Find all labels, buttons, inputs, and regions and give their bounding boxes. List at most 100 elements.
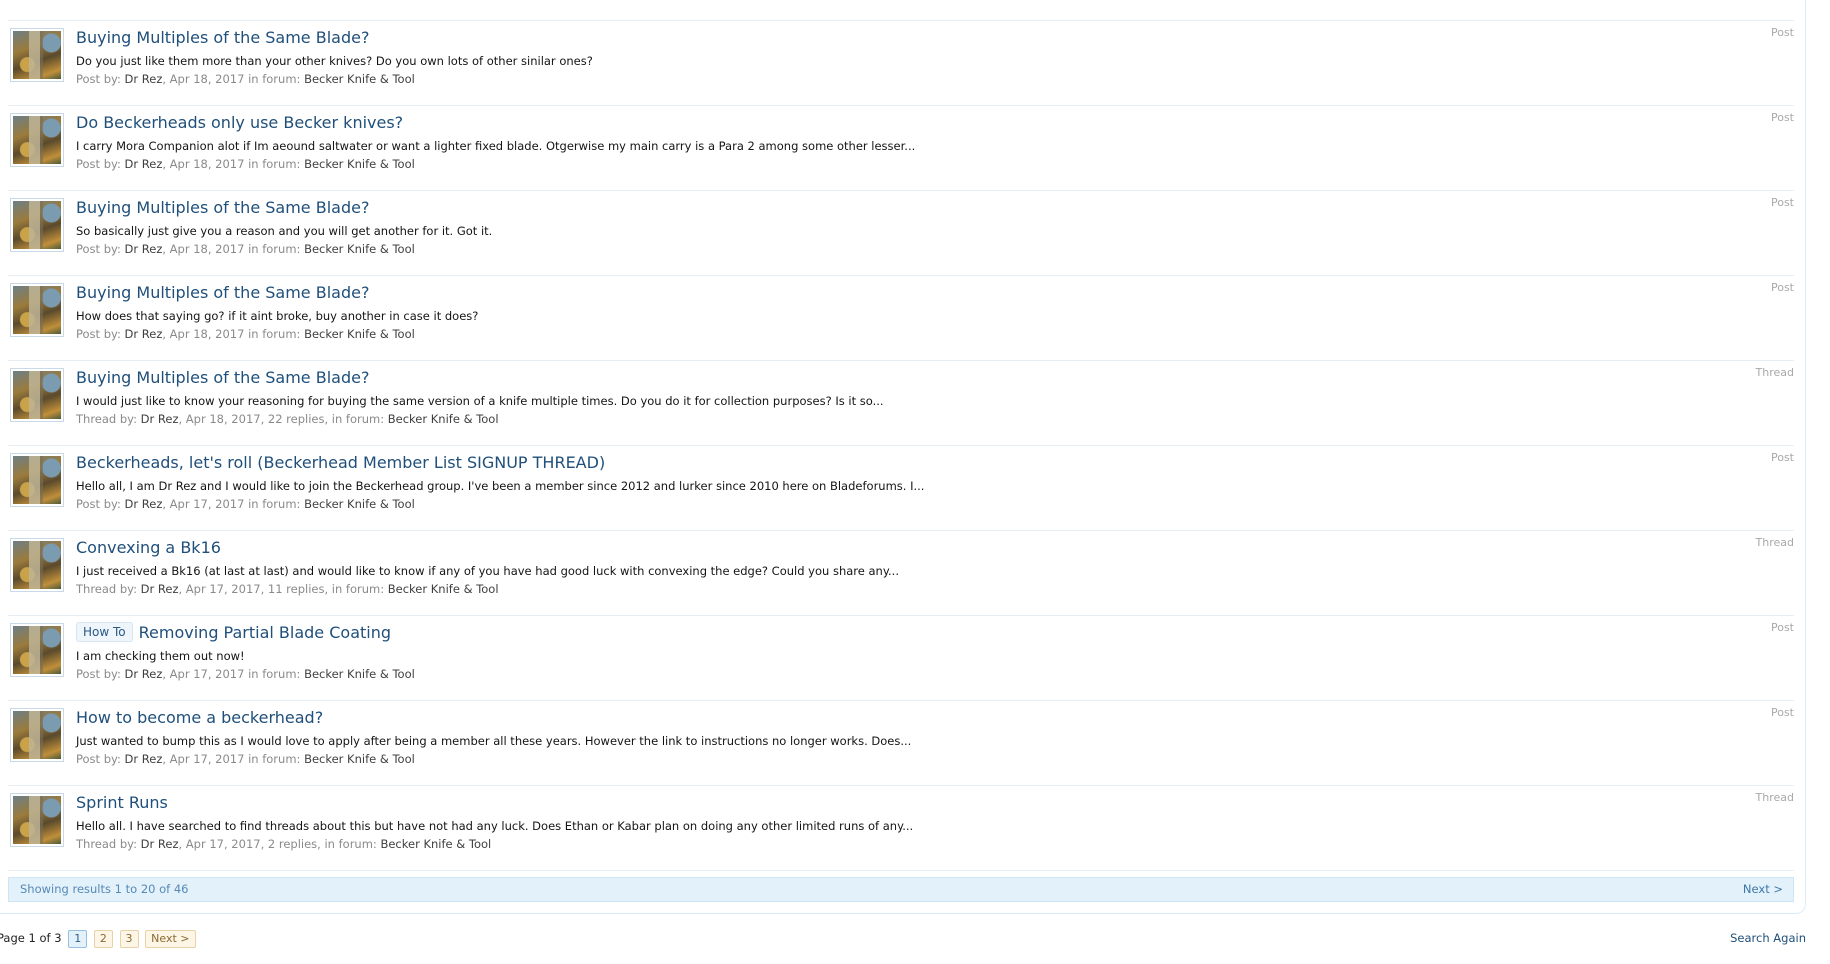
meta-date: , Apr 17, 2017 in forum: (162, 667, 305, 681)
result-item: Buying Multiples of the Same Blade? How … (8, 276, 1794, 361)
avatar-image (13, 31, 61, 79)
avatar[interactable] (10, 198, 64, 252)
meta-label: Post by: (76, 157, 121, 171)
avatar-image (13, 116, 61, 164)
result-snippet: I just received a Bk16 (at last at last)… (76, 564, 899, 578)
avatar-image (13, 541, 61, 589)
result-type-label: Post (1770, 111, 1794, 124)
result-snippet: So basically just give you a reason and … (76, 224, 493, 238)
result-type-label: Post (1770, 706, 1794, 719)
author-link[interactable]: Dr Rez (125, 242, 163, 256)
result-meta: Thread by: Dr Rez, Apr 18, 2017, 22 repl… (76, 411, 499, 427)
forum-link[interactable]: Becker Knife & Tool (304, 752, 415, 766)
result-type-label: Thread (1755, 791, 1794, 804)
author-link[interactable]: Dr Rez (141, 412, 179, 426)
forum-link[interactable]: Becker Knife & Tool (380, 837, 491, 851)
result-title-link[interactable]: Do Beckerheads only use Becker knives? (76, 113, 403, 132)
result-snippet: Hello all. I have searched to find threa… (76, 819, 914, 833)
author-link[interactable]: Dr Rez (125, 752, 163, 766)
result-snippet: Hello all, I am Dr Rez and I would like … (76, 479, 925, 493)
result-title-link[interactable]: Sprint Runs (76, 793, 168, 812)
meta-date: , Apr 18, 2017 in forum: (162, 242, 305, 256)
result-title-line: Convexing a Bk16 (76, 536, 221, 560)
results-footer-bar: Showing results 1 to 20 of 46 Next > (8, 877, 1794, 902)
avatar-image (13, 711, 61, 759)
result-title-link[interactable]: Buying Multiples of the Same Blade? (76, 198, 369, 217)
avatar-image (13, 201, 61, 249)
result-item: Do Beckerheads only use Becker knives? I… (8, 106, 1794, 191)
result-title-link[interactable]: Removing Partial Blade Coating (139, 623, 391, 642)
page-link-2[interactable]: 2 (93, 930, 113, 948)
page-next-link[interactable]: Next > (145, 930, 196, 948)
forum-link[interactable]: Becker Knife & Tool (304, 242, 415, 256)
avatar[interactable] (10, 113, 64, 167)
result-title-link[interactable]: Beckerheads, let's roll (Beckerhead Memb… (76, 453, 605, 472)
meta-label: Post by: (76, 72, 121, 86)
forum-link[interactable]: Becker Knife & Tool (304, 497, 415, 511)
forum-link[interactable]: Becker Knife & Tool (304, 327, 415, 341)
result-snippet: I am checking them out now! (76, 649, 245, 663)
result-title-link[interactable]: Convexing a Bk16 (76, 538, 221, 557)
result-meta: Post by: Dr Rez, Apr 18, 2017 in forum: … (76, 71, 415, 87)
result-title-line: Sprint Runs (76, 791, 168, 815)
forum-link[interactable]: Becker Knife & Tool (388, 412, 499, 426)
meta-label: Thread by: (76, 837, 138, 851)
result-title-line: Buying Multiples of the Same Blade? (76, 366, 369, 390)
avatar-image (13, 626, 61, 674)
author-link[interactable]: Dr Rez (125, 667, 163, 681)
result-type-label: Thread (1755, 536, 1794, 549)
result-title-link[interactable]: Buying Multiples of the Same Blade? (76, 28, 369, 47)
author-link[interactable]: Dr Rez (125, 497, 163, 511)
result-title-line: Buying Multiples of the Same Blade? (76, 196, 369, 220)
avatar[interactable] (10, 283, 64, 337)
avatar[interactable] (10, 623, 64, 677)
avatar-image (13, 796, 61, 844)
avatar[interactable] (10, 453, 64, 507)
result-title-link[interactable]: Buying Multiples of the Same Blade? (76, 368, 369, 387)
author-link[interactable]: Dr Rez (141, 582, 179, 596)
result-title-link[interactable]: How to become a beckerhead? (76, 708, 323, 727)
result-title-link[interactable]: Buying Multiples of the Same Blade? (76, 283, 369, 302)
result-snippet: Do you just like them more than your oth… (76, 54, 593, 68)
meta-label: Thread by: (76, 582, 138, 596)
result-type-label: Post (1770, 281, 1794, 294)
meta-label: Post by: (76, 497, 121, 511)
meta-date: , Apr 17, 2017, 2 replies, in forum: (178, 837, 381, 851)
result-type-label: Post (1770, 26, 1794, 39)
result-item: Buying Multiples of the Same Blade? I wo… (8, 361, 1794, 446)
avatar[interactable] (10, 28, 64, 82)
forum-link[interactable]: Becker Knife & Tool (304, 667, 415, 681)
result-item: Sprint Runs Hello all. I have searched t… (8, 786, 1794, 871)
avatar-image (13, 286, 61, 334)
result-item: How To Removing Partial Blade Coating I a… (8, 616, 1794, 701)
author-link[interactable]: Dr Rez (141, 837, 179, 851)
result-meta: Thread by: Dr Rez, Apr 17, 2017, 11 repl… (76, 581, 499, 597)
footer-next-link[interactable]: Next > (1743, 878, 1783, 901)
avatar[interactable] (10, 538, 64, 592)
meta-label: Post by: (76, 667, 121, 681)
meta-date: , Apr 18, 2017 in forum: (162, 327, 305, 341)
author-link[interactable]: Dr Rez (125, 157, 163, 171)
avatar[interactable] (10, 708, 64, 762)
author-link[interactable]: Dr Rez (125, 327, 163, 341)
forum-link[interactable]: Becker Knife & Tool (388, 582, 499, 596)
result-meta: Post by: Dr Rez, Apr 17, 2017 in forum: … (76, 496, 415, 512)
avatar-image (13, 456, 61, 504)
result-meta: Post by: Dr Rez, Apr 18, 2017 in forum: … (76, 241, 415, 257)
page-link-3[interactable]: 3 (119, 930, 139, 948)
result-type-label: Post (1770, 196, 1794, 209)
forum-link[interactable]: Becker Knife & Tool (304, 72, 415, 86)
author-link[interactable]: Dr Rez (125, 72, 163, 86)
page-link-1[interactable]: 1 (68, 930, 88, 948)
result-meta: Post by: Dr Rez, Apr 17, 2017 in forum: … (76, 666, 415, 682)
forum-link[interactable]: Becker Knife & Tool (304, 157, 415, 171)
results-count: Showing results 1 to 20 of 46 (20, 882, 189, 896)
result-title-line: Buying Multiples of the Same Blade? (76, 26, 369, 50)
search-again-link[interactable]: Search Again (1730, 928, 1806, 948)
thread-prefix-badge[interactable]: How To (76, 622, 133, 642)
result-type-label: Post (1770, 451, 1794, 464)
avatar[interactable] (10, 368, 64, 422)
page-navigation: Page 1 of 3 1 2 3 Next > (0, 928, 196, 948)
avatar[interactable] (10, 793, 64, 847)
result-type-label: Thread (1755, 366, 1794, 379)
